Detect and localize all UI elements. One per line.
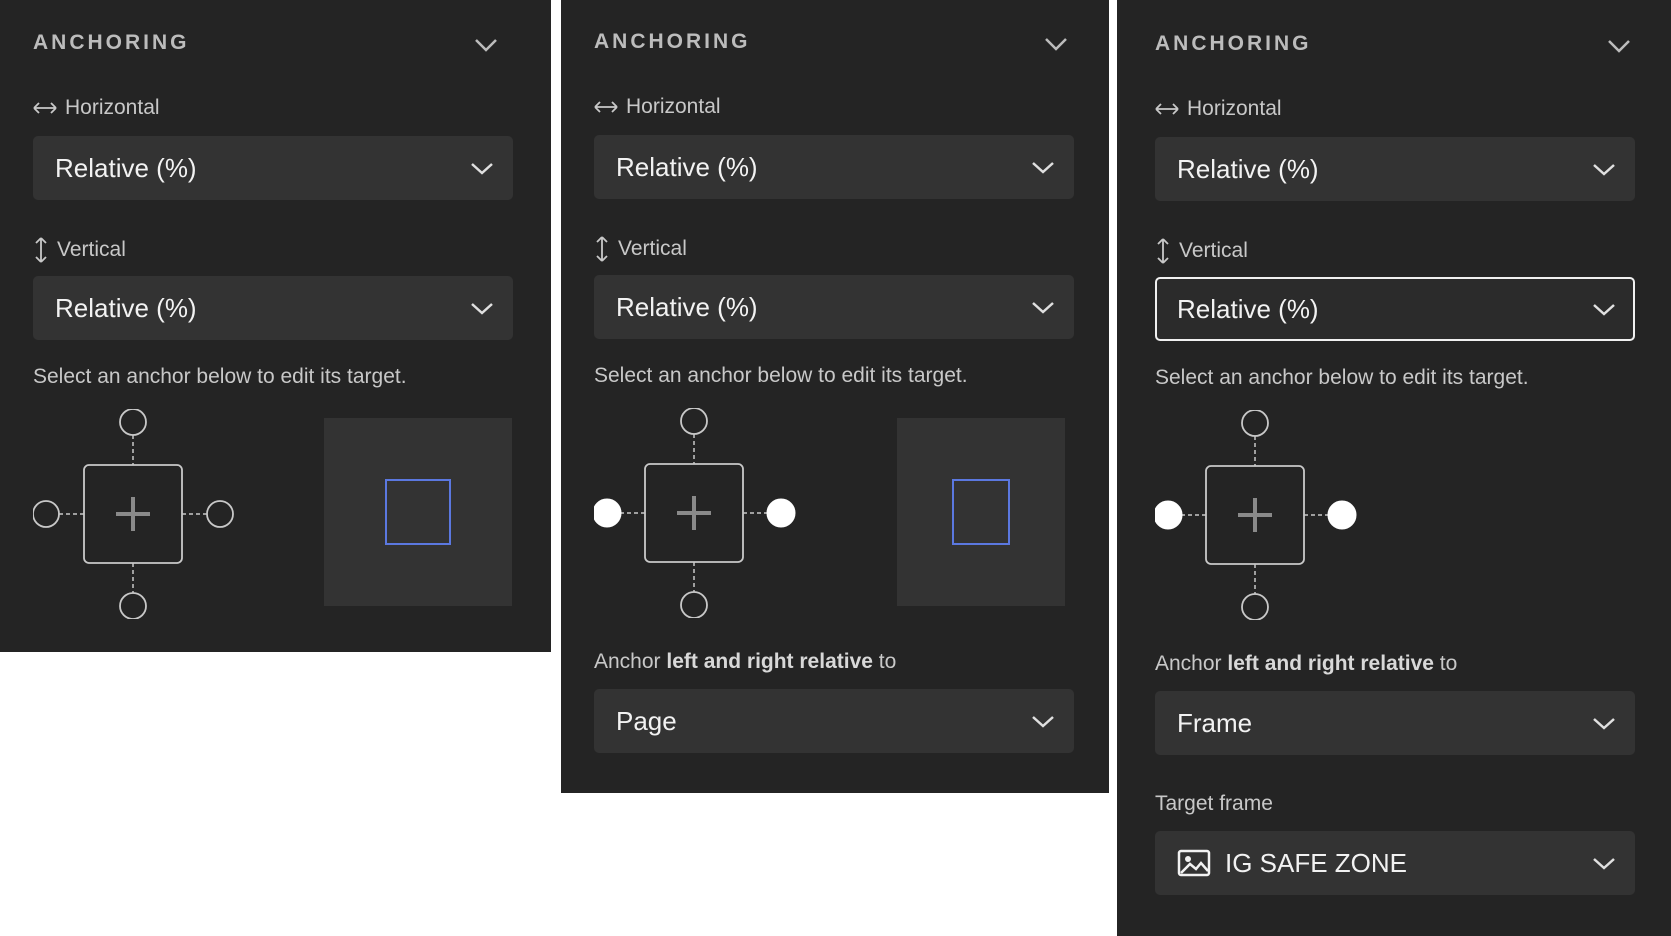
vertical-select-focused[interactable]: Relative (%) <box>1155 277 1635 341</box>
anchor-help-text: Select an anchor below to edit its targe… <box>1155 366 1529 389</box>
collapse-chevron-down-icon[interactable] <box>1604 31 1634 61</box>
anchoring-panel-2: ANCHORING Horizontal Relative (%) Vertic… <box>561 0 1109 793</box>
anchor-preview <box>324 418 512 606</box>
horizontal-select-value: Relative (%) <box>616 152 758 182</box>
section-title: ANCHORING <box>1155 32 1312 55</box>
anchor-bottom[interactable] <box>1241 593 1269 620</box>
anchoring-panel-3: ANCHORING Horizontal Relative (%) Vertic… <box>1117 0 1671 936</box>
relative-to-label: Anchor left and right relative to <box>594 649 896 675</box>
vertical-label: Vertical <box>57 238 126 261</box>
anchor-right-selected[interactable] <box>766 498 796 528</box>
relative-to-value: Page <box>616 706 677 736</box>
relative-to-value: Frame <box>1177 708 1253 738</box>
anchor-widget <box>1155 410 1357 620</box>
plus-icon <box>677 496 711 530</box>
target-frame-value: IG SAFE ZONE <box>1225 848 1408 878</box>
collapse-chevron-down-icon[interactable] <box>471 30 501 60</box>
section-title: ANCHORING <box>594 30 751 53</box>
chevron-down-icon <box>1593 164 1615 176</box>
horizontal-arrows-icon <box>33 101 57 115</box>
vertical-arrows-icon <box>33 237 49 263</box>
vertical-select-value: Relative (%) <box>1177 294 1319 324</box>
horizontal-label: Horizontal <box>1187 97 1282 120</box>
relative-suffix: to <box>878 650 897 673</box>
vertical-arrows-icon <box>594 236 610 262</box>
anchor-left[interactable] <box>33 500 60 528</box>
anchor-left-selected[interactable] <box>1155 500 1183 530</box>
anchor-top[interactable] <box>1241 410 1269 437</box>
anchor-help-text: Select an anchor below to edit its targe… <box>33 365 407 388</box>
vertical-select[interactable]: Relative (%) <box>594 275 1074 339</box>
chevron-down-icon <box>1593 718 1615 730</box>
anchor-right-selected[interactable] <box>1327 500 1357 530</box>
preview-element-outline <box>385 479 451 545</box>
horizontal-select[interactable]: Relative (%) <box>1155 137 1635 201</box>
vertical-arrows-icon <box>1155 238 1171 264</box>
anchor-right[interactable] <box>206 500 234 528</box>
plus-icon <box>116 497 150 531</box>
section-title: ANCHORING <box>33 31 190 54</box>
anchor-top[interactable] <box>680 408 708 435</box>
vertical-label-row: Vertical <box>594 236 687 262</box>
plus-icon <box>1238 498 1272 532</box>
relative-prefix: Anchor <box>594 650 661 673</box>
anchor-widget <box>33 409 234 619</box>
relative-to-select[interactable]: Page <box>594 689 1074 753</box>
collapse-chevron-down-icon[interactable] <box>1041 29 1071 59</box>
relative-bold: left and right relative <box>1227 652 1434 675</box>
anchor-help-text: Select an anchor below to edit its targe… <box>594 364 968 387</box>
relative-bold: left and right relative <box>666 650 873 673</box>
relative-to-select[interactable]: Frame <box>1155 691 1635 755</box>
vertical-label: Vertical <box>1179 239 1248 262</box>
horizontal-label-row: Horizontal <box>1155 96 1282 122</box>
relative-suffix: to <box>1439 652 1458 675</box>
relative-to-label: Anchor left and right relative to <box>1155 651 1457 677</box>
anchor-left-selected[interactable] <box>594 498 622 528</box>
horizontal-arrows-icon <box>1155 102 1179 116</box>
image-icon <box>1177 849 1211 877</box>
vertical-label: Vertical <box>618 237 687 260</box>
horizontal-arrows-icon <box>594 100 618 114</box>
chevron-down-icon <box>471 163 493 175</box>
vertical-select[interactable]: Relative (%) <box>33 276 513 340</box>
vertical-select-value: Relative (%) <box>55 293 197 323</box>
chevron-down-icon <box>1593 858 1615 870</box>
horizontal-select[interactable]: Relative (%) <box>33 136 513 200</box>
horizontal-select-value: Relative (%) <box>55 153 197 183</box>
vertical-label-row: Vertical <box>33 237 126 263</box>
anchoring-panel-1: ANCHORING Horizontal Relative (%) Vertic… <box>0 0 551 652</box>
horizontal-select-value: Relative (%) <box>1177 154 1319 184</box>
chevron-down-icon <box>1032 162 1054 174</box>
preview-element-outline <box>952 479 1010 545</box>
anchor-preview <box>897 418 1065 606</box>
anchor-top[interactable] <box>119 409 147 436</box>
target-frame-select[interactable]: IG SAFE ZONE <box>1155 831 1635 895</box>
anchor-bottom[interactable] <box>119 592 147 619</box>
chevron-down-icon <box>1032 716 1054 728</box>
target-frame-label: Target frame <box>1155 792 1273 815</box>
chevron-down-icon <box>1593 304 1615 316</box>
horizontal-select[interactable]: Relative (%) <box>594 135 1074 199</box>
chevron-down-icon <box>471 303 493 315</box>
anchor-widget <box>594 408 796 618</box>
vertical-label-row: Vertical <box>1155 238 1248 264</box>
horizontal-label-row: Horizontal <box>33 95 160 121</box>
chevron-down-icon <box>1032 302 1054 314</box>
horizontal-label: Horizontal <box>626 95 721 118</box>
relative-prefix: Anchor <box>1155 652 1222 675</box>
horizontal-label: Horizontal <box>65 96 160 119</box>
anchor-bottom[interactable] <box>680 591 708 618</box>
horizontal-label-row: Horizontal <box>594 94 721 120</box>
vertical-select-value: Relative (%) <box>616 292 758 322</box>
